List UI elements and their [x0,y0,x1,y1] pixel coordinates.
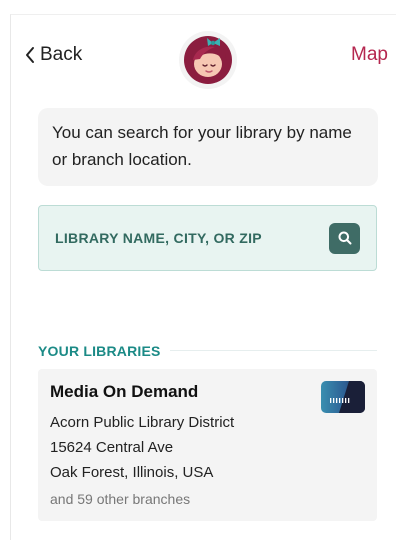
library-search-input[interactable] [55,230,329,246]
top-bar: Back Map [10,14,396,96]
back-button[interactable]: Back [24,44,82,66]
chevron-left-icon [26,47,34,63]
library-branches: and 59 other branches [50,491,191,507]
library-district: Acorn Public Library District [50,414,235,431]
library-card[interactable]: Media On Demand Acorn Public Library Dis… [38,369,377,521]
library-city: Oak Forest, Illinois, USA [50,464,214,481]
search-intro-text: You can search for your library by name … [38,108,378,186]
your-libraries-heading: YOUR LIBRARIES [38,343,161,359]
section-divider [170,350,377,351]
search-icon [338,231,351,245]
library-logo [321,381,365,413]
app-logo [179,31,237,89]
search-button[interactable] [329,222,360,254]
map-button[interactable]: Map [351,44,388,66]
library-address: 15624 Central Ave [50,439,174,456]
library-search-box[interactable] [38,205,377,271]
back-label: Back [40,44,83,65]
libby-logo-icon [184,36,232,84]
library-card-icon [321,381,365,413]
library-name: Media On Demand [50,382,199,401]
